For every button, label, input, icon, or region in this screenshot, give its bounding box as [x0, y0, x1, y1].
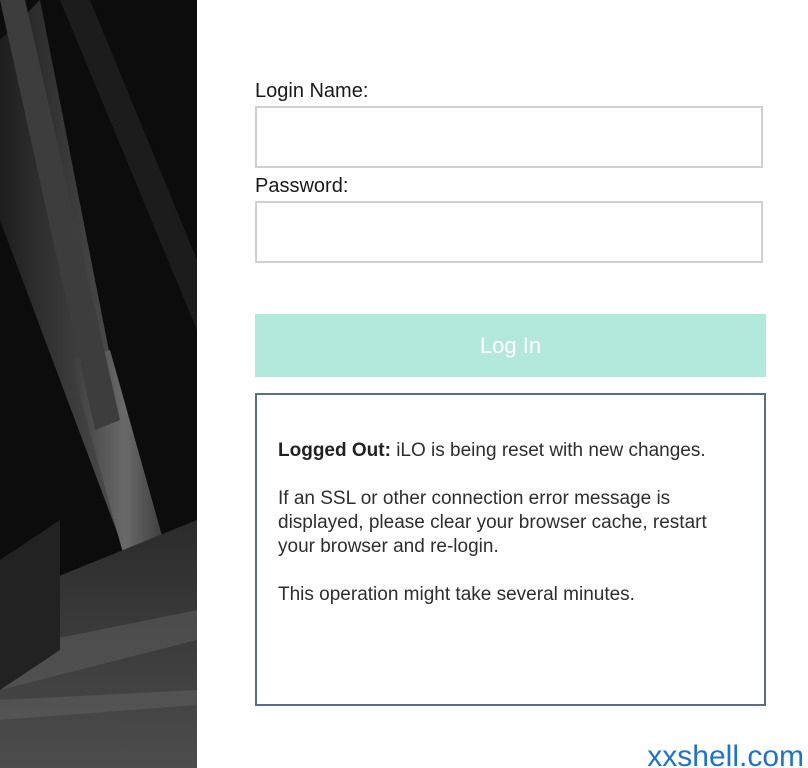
status-message-box: Logged Out: iLO is being reset with new …	[255, 393, 766, 706]
login-page: Login Name: Password: Log In Logged Out:…	[0, 0, 808, 768]
status-prefix: Logged Out:	[278, 440, 391, 461]
duration-notice: This operation might take several minute…	[278, 584, 635, 605]
ssl-instructions: If an SSL or other connection error mess…	[278, 488, 707, 557]
password-input[interactable]	[255, 201, 763, 263]
password-label: Password:	[255, 175, 349, 197]
logged-out-message: Logged Out: iLO is being reset with new …	[278, 439, 744, 463]
background-photo	[0, 0, 197, 768]
login-name-input[interactable]	[255, 106, 763, 168]
log-in-button[interactable]: Log In	[255, 314, 766, 377]
status-text: iLO is being reset with new changes.	[390, 440, 706, 461]
login-name-label: Login Name:	[255, 80, 369, 102]
watermark-text: xxshell.com	[647, 740, 804, 768]
